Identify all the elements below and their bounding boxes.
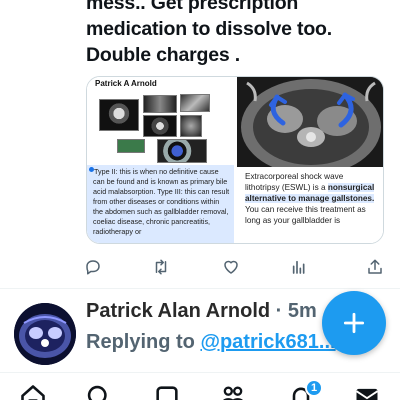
article-text-end: You can receive this treatment as long a… — [245, 205, 366, 225]
tweet-text-line-2: medication to dissolve too. — [86, 18, 332, 40]
highlighted-caption: Type II: this is when no definitive caus… — [87, 165, 234, 243]
share-button[interactable] — [364, 256, 386, 278]
media-image-right[interactable]: Extracorporeal shock wave lithotripsy (E… — [237, 77, 383, 243]
tab-grok[interactable] — [152, 383, 182, 400]
views-button[interactable] — [288, 256, 310, 278]
mail-icon — [355, 388, 379, 400]
grok-icon — [156, 386, 178, 400]
avatar[interactable] — [14, 303, 76, 365]
replying-to-line: Replying to @patrick681... — [86, 331, 336, 354]
tweet-text-line-3: Double charges . — [86, 44, 240, 66]
home-icon — [21, 385, 45, 400]
ct-scan-graphic — [237, 77, 383, 167]
screenshot-thumbnails — [87, 91, 234, 165]
ct-scan-image — [237, 77, 383, 167]
article-text: Extracorporeal shock wave lithotripsy (E… — [237, 171, 383, 243]
share-icon — [368, 259, 382, 274]
scan-thumbnail — [180, 115, 202, 137]
tweet-text: mess.. Get prescription medication to di… — [86, 0, 386, 68]
search-icon — [87, 385, 107, 400]
heart-icon — [224, 260, 238, 274]
avatar-image — [14, 303, 76, 365]
like-button[interactable] — [220, 256, 242, 278]
tab-messages[interactable] — [352, 383, 382, 400]
tab-communities[interactable] — [218, 383, 248, 400]
reply-author[interactable]: Patrick Alan Arnold · 5m — [86, 300, 317, 323]
author-name: Patrick Alan Arnold — [86, 300, 271, 322]
plus-icon — [343, 312, 365, 334]
scan-thumbnail — [143, 115, 177, 137]
tweet-media[interactable]: Patrick A Arnold Type II: this is when n… — [86, 76, 384, 244]
scan-thumbnail — [143, 95, 177, 113]
compose-button[interactable] — [322, 291, 386, 355]
screenshot-header: Patrick A Arnold — [87, 77, 234, 91]
reply-icon — [86, 260, 100, 275]
media-image-left[interactable]: Patrick A Arnold Type II: this is when n… — [87, 77, 234, 243]
tweet-text-line-1: mess.. Get prescription — [86, 0, 299, 14]
caption-text: Type II: this is when no definitive caus… — [93, 167, 230, 236]
replying-to-label: Replying to — [86, 331, 201, 353]
scan-thumbnail — [157, 139, 207, 163]
circuit-thumbnail — [117, 139, 145, 153]
reply-timestamp: · 5m — [270, 300, 317, 322]
tweet-actions — [80, 256, 386, 280]
communities-icon — [223, 386, 243, 400]
notification-badge: 1 — [305, 379, 323, 397]
retweet-button[interactable] — [150, 256, 172, 278]
tab-home[interactable] — [18, 383, 48, 400]
analytics-icon — [292, 260, 305, 274]
divider — [0, 288, 400, 289]
bottom-tab-bar — [0, 372, 400, 400]
scan-thumbnail — [180, 94, 210, 112]
retweet-icon — [155, 259, 167, 275]
reply-button[interactable] — [82, 256, 104, 278]
replying-to-handle[interactable]: @patrick681... — [200, 331, 335, 353]
tab-search[interactable] — [84, 383, 114, 400]
xray-thumbnail — [99, 99, 139, 131]
